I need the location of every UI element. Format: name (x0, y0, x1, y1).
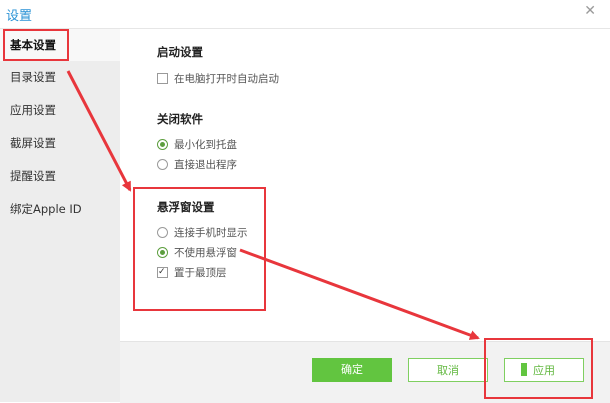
close-icon[interactable]: ✕ (584, 3, 596, 19)
always-on-top-label: 置于最顶层 (174, 267, 227, 279)
no-float-window-radio[interactable] (157, 247, 168, 258)
sidebar-item-reminder[interactable]: 提醒设置 (0, 160, 120, 192)
exit-program-label: 直接退出程序 (174, 159, 237, 171)
sidebar-item-directory[interactable]: 目录设置 (0, 61, 120, 93)
settings-panel: 启动设置 在电脑打开时自动启动 关闭软件 最小化到托盘 直接退出程序 悬浮窗设置… (120, 29, 610, 341)
apply-button-label: 应用 (533, 364, 555, 377)
sidebar-item-screenshot[interactable]: 截屏设置 (0, 127, 120, 159)
exit-program-option[interactable]: 直接退出程序 (157, 158, 237, 174)
dialog-footer: 确定 取消 应用 (120, 341, 610, 403)
ok-button[interactable]: 确定 (312, 358, 392, 382)
window-title: 设置 (6, 9, 33, 24)
no-float-window-label: 不使用悬浮窗 (174, 247, 237, 259)
minimize-tray-label: 最小化到托盘 (174, 139, 237, 151)
close-section-title: 关闭软件 (157, 112, 203, 126)
no-float-window-option[interactable]: 不使用悬浮窗 (157, 246, 237, 262)
sidebar-item-apple-id[interactable]: 绑定Apple ID (0, 193, 120, 225)
always-on-top-checkbox[interactable] (157, 265, 168, 279)
always-on-top-option[interactable]: 置于最顶层 (157, 265, 227, 282)
sidebar-item-basic[interactable]: 基本设置 (0, 29, 120, 61)
cancel-button[interactable]: 取消 (408, 358, 488, 382)
title-bar: 设置 ✕ (0, 0, 610, 29)
exit-program-radio[interactable] (157, 159, 168, 170)
minimize-tray-option[interactable]: 最小化到托盘 (157, 138, 237, 154)
sidebar: 基本设置 目录设置 应用设置 截屏设置 提醒设置 绑定Apple ID (0, 29, 120, 402)
apply-marker-icon (521, 363, 527, 376)
minimize-tray-radio[interactable] (157, 139, 168, 150)
startup-section-title: 启动设置 (157, 45, 203, 59)
autostart-option[interactable]: 在电脑打开时自动启动 (157, 72, 279, 88)
float-window-section-title: 悬浮窗设置 (157, 200, 215, 214)
show-on-connect-label: 连接手机时显示 (174, 227, 248, 239)
sidebar-item-apps[interactable]: 应用设置 (0, 94, 120, 126)
autostart-label: 在电脑打开时自动启动 (174, 73, 279, 85)
apply-button[interactable]: 应用 (504, 358, 584, 382)
show-on-connect-option[interactable]: 连接手机时显示 (157, 226, 248, 242)
autostart-checkbox[interactable] (157, 73, 168, 84)
show-on-connect-radio[interactable] (157, 227, 168, 238)
